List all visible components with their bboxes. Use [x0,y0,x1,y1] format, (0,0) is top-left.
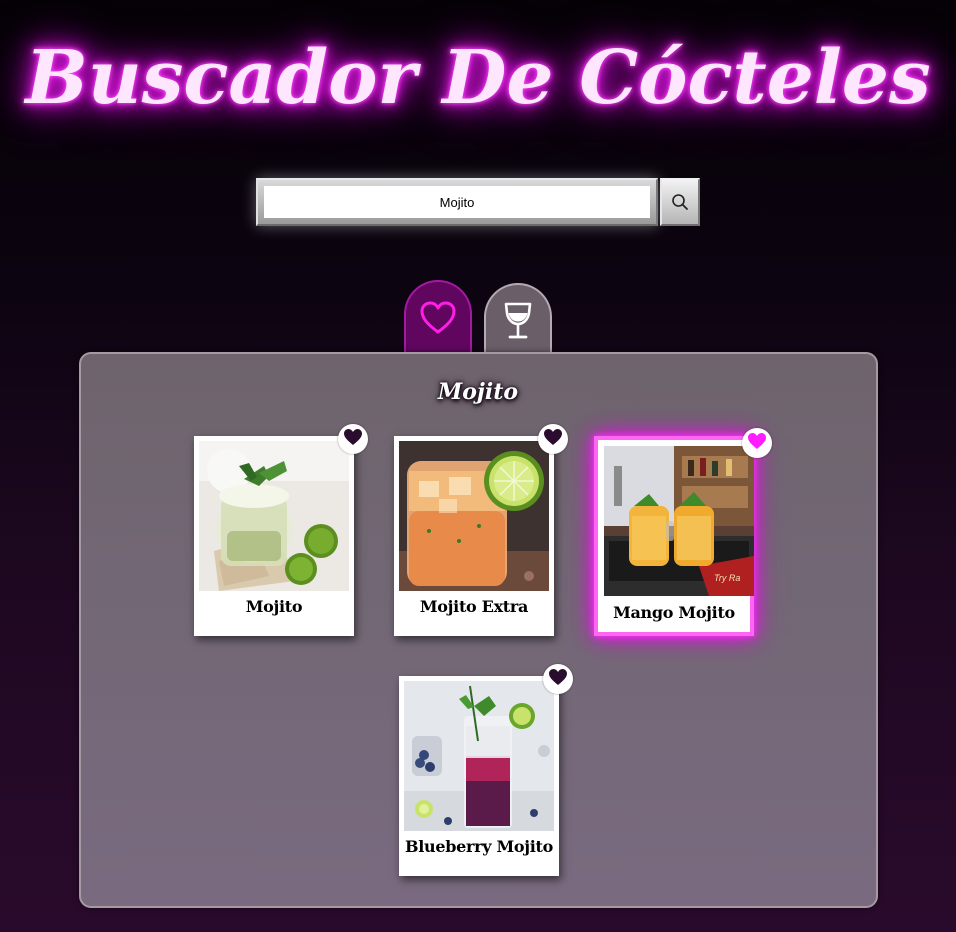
heart-icon [747,432,767,454]
favorite-button[interactable] [543,664,573,694]
heart-icon [543,428,563,450]
cocktail-name: Blueberry Mojito [404,837,554,856]
cocktail-card[interactable]: Blueberry Mojito [399,676,559,876]
search-icon [671,193,689,211]
tab-cocktails[interactable] [484,283,552,356]
cocktail-card[interactable]: Mojito [194,436,354,636]
heart-icon [548,668,568,690]
search-input[interactable] [264,186,650,218]
cocktail-name: Mojito [245,597,303,616]
favorite-button-active[interactable] [742,428,772,458]
results-title: Mojito [437,379,519,405]
favorite-button[interactable] [338,424,368,454]
cocktail-image [404,681,554,831]
search-button[interactable] [660,178,700,226]
cocktail-image [199,441,349,591]
cocktail-card-selected[interactable]: Try Ra Mango Mojito [594,436,754,636]
cocktail-image: Try Ra [604,446,754,596]
cocktail-name: Mojito Extra [419,597,529,616]
search-bar [256,178,658,226]
page-title: Buscador De Cócteles [25,35,931,121]
cocktail-card[interactable]: Mojito Extra [394,436,554,636]
wine-glass-icon [501,301,535,345]
svg-text:Try Ra: Try Ra [714,573,740,583]
cocktail-name: Mango Mojito [613,603,735,622]
favorite-button[interactable] [538,424,568,454]
cocktail-image [399,441,549,591]
heart-icon [343,428,363,450]
heart-outline-icon [419,300,457,340]
tab-favorites[interactable] [404,280,472,356]
